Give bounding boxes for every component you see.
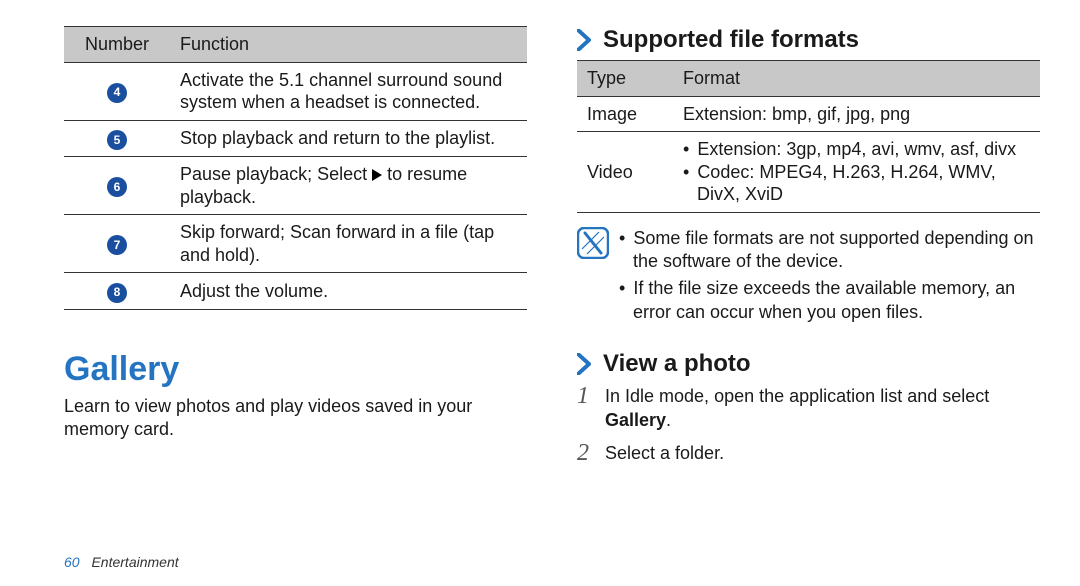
table-row: 4 Activate the 5.1 channel surround soun… [64,62,527,120]
view-photo-heading: View a photo [577,350,1040,378]
nf-func-6: Pause playback; Select to resume playbac… [170,157,527,215]
number-badge-icon: 5 [107,130,127,150]
table-row: Image Extension: bmp, gif, jpg, png [577,96,1040,132]
fmt-type-image: Image [577,96,673,132]
supported-formats-heading: Supported file formats [577,26,1040,54]
fmt-format-video: Extension: 3gp, mp4, avi, wmv, asf, divx… [673,132,1040,213]
nf-func-5: Stop playback and return to the playlist… [170,120,527,157]
step-2-text: Select a folder. [605,443,724,463]
fmt-video-ext: Extension: 3gp, mp4, avi, wmv, asf, divx [697,138,1030,161]
nf-func-8: Adjust the volume. [170,273,527,310]
step-number-icon: 1 [577,380,589,412]
gallery-heading: Gallery [64,350,527,389]
play-icon [372,169,382,181]
view-photo-title: View a photo [603,350,751,378]
gallery-intro: Learn to view photos and play videos sav… [64,395,527,442]
fmt-type-video: Video [577,132,673,213]
view-photo-steps: 1 In Idle mode, open the application lis… [577,384,1040,465]
table-row: 5 Stop playback and return to the playli… [64,120,527,157]
nf-func-4: Activate the 5.1 channel surround sound … [170,62,527,120]
table-row: 6 Pause playback; Select to resume playb… [64,157,527,215]
note-block: Some file formats are not supported depe… [577,227,1040,329]
fmt-header-format: Format [673,61,1040,97]
chevron-right-icon [577,29,591,51]
step-number-icon: 2 [577,437,589,469]
step-1-suffix: . [666,410,671,430]
note-item-1: Some file formats are not supported depe… [633,227,1040,274]
table-row: 8 Adjust the volume. [64,273,527,310]
nf-func-7: Skip forward; Scan forward in a file (ta… [170,215,527,273]
step-1-bold: Gallery [605,410,666,430]
fmt-video-codec: Codec: MPEG4, H.263, H.264, WMV, DivX, X… [697,161,1030,206]
page-number: 60 [64,554,80,570]
right-column: Supported file formats Type Format Image… [577,26,1040,586]
footer-section: Entertainment [91,554,178,570]
chevron-right-icon [577,353,591,375]
step-1: 1 In Idle mode, open the application lis… [577,384,1040,433]
step-1-prefix: In Idle mode, open the application list … [605,386,989,406]
formats-table: Type Format Image Extension: bmp, gif, j… [577,60,1040,213]
number-badge-icon: 7 [107,235,127,255]
number-badge-icon: 4 [107,83,127,103]
number-badge-icon: 6 [107,177,127,197]
supported-formats-title: Supported file formats [603,26,859,54]
left-column: Number Function 4 Activate the 5.1 chann… [64,26,527,586]
number-function-table: Number Function 4 Activate the 5.1 chann… [64,26,527,310]
nf-header-function: Function [170,27,527,63]
table-row: 7 Skip forward; Scan forward in a file (… [64,215,527,273]
note-item-2: If the file size exceeds the available m… [633,277,1040,324]
table-row: Video Extension: 3gp, mp4, avi, wmv, asf… [577,132,1040,213]
nf-func-6-prefix: Pause playback; Select [180,164,372,184]
nf-header-number: Number [64,27,170,63]
note-icon [577,227,609,259]
fmt-header-type: Type [577,61,673,97]
step-2: 2 Select a folder. [577,441,1040,465]
fmt-format-image: Extension: bmp, gif, jpg, png [673,96,1040,132]
page-footer: 60 Entertainment [64,554,179,570]
number-badge-icon: 8 [107,283,127,303]
